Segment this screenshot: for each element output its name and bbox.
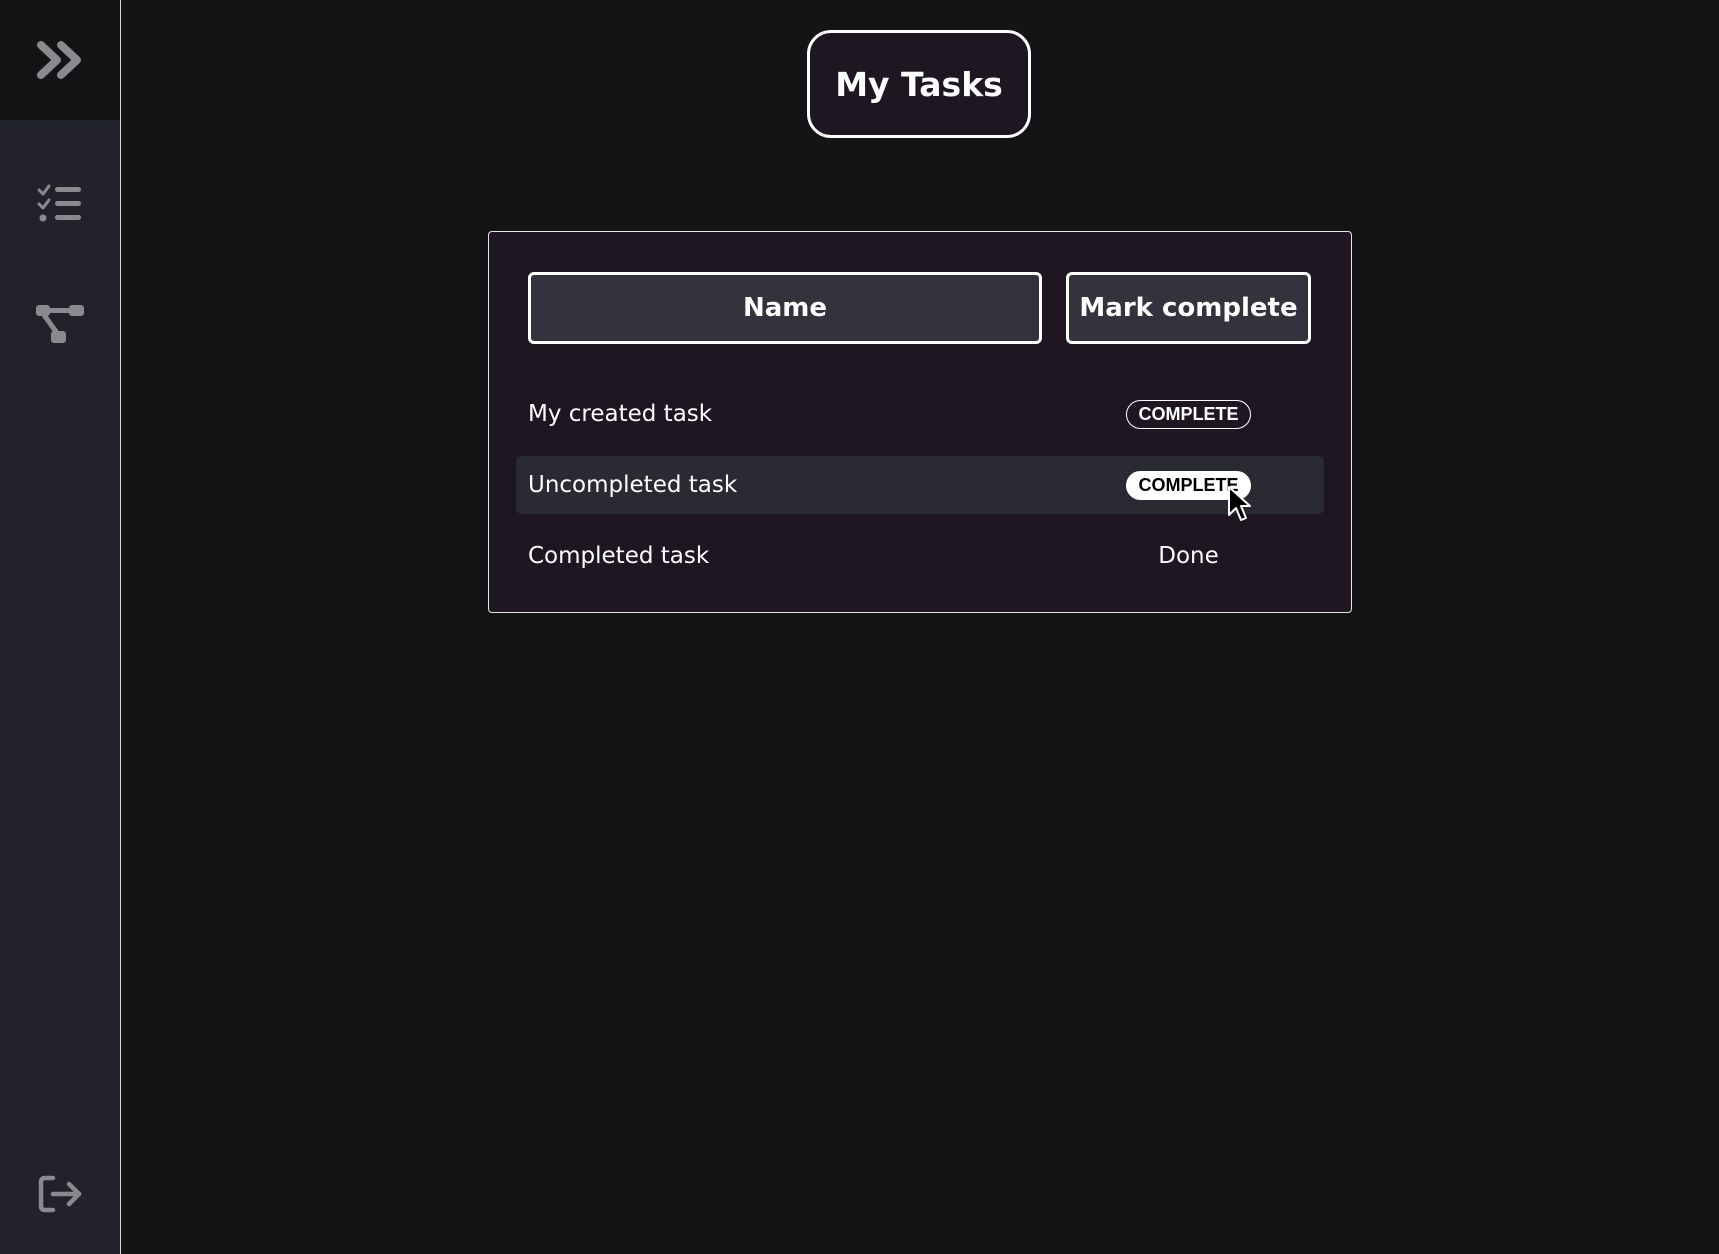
complete-button[interactable]: COMPLETE <box>1126 470 1251 500</box>
row-action-cell: COMPLETE <box>1066 385 1311 443</box>
task-name: My created task <box>528 401 713 427</box>
sidebar-item-tasks[interactable] <box>0 163 120 243</box>
sidebar <box>0 0 121 1254</box>
row-action-cell: COMPLETE <box>1066 456 1311 514</box>
table-row: Uncompleted task COMPLETE <box>516 456 1324 514</box>
row-action-cell: Done <box>1066 527 1311 585</box>
checklist-icon <box>37 183 83 223</box>
sidebar-item-workflow[interactable] <box>0 284 120 364</box>
sidebar-toggle-button[interactable] <box>0 0 120 120</box>
column-header-name[interactable]: Name <box>528 272 1042 344</box>
done-status: Done <box>1158 543 1219 569</box>
table-row: My created task COMPLETE <box>516 385 1324 443</box>
table-row: Completed task Done <box>516 527 1324 585</box>
complete-button[interactable]: COMPLETE <box>1126 399 1251 429</box>
app-root: My Tasks Name Mark complete My created t… <box>0 0 1719 1254</box>
page-title: My Tasks <box>807 30 1031 138</box>
task-name: Uncompleted task <box>528 472 738 498</box>
task-table: Name Mark complete My created task COMPL… <box>488 231 1352 613</box>
column-header-mark-complete[interactable]: Mark complete <box>1066 272 1311 344</box>
workflow-icon <box>35 303 85 345</box>
logout-icon <box>37 1174 83 1214</box>
double-chevron-right-icon <box>37 41 83 79</box>
task-name: Completed task <box>528 543 710 569</box>
logout-button[interactable] <box>0 1154 120 1234</box>
